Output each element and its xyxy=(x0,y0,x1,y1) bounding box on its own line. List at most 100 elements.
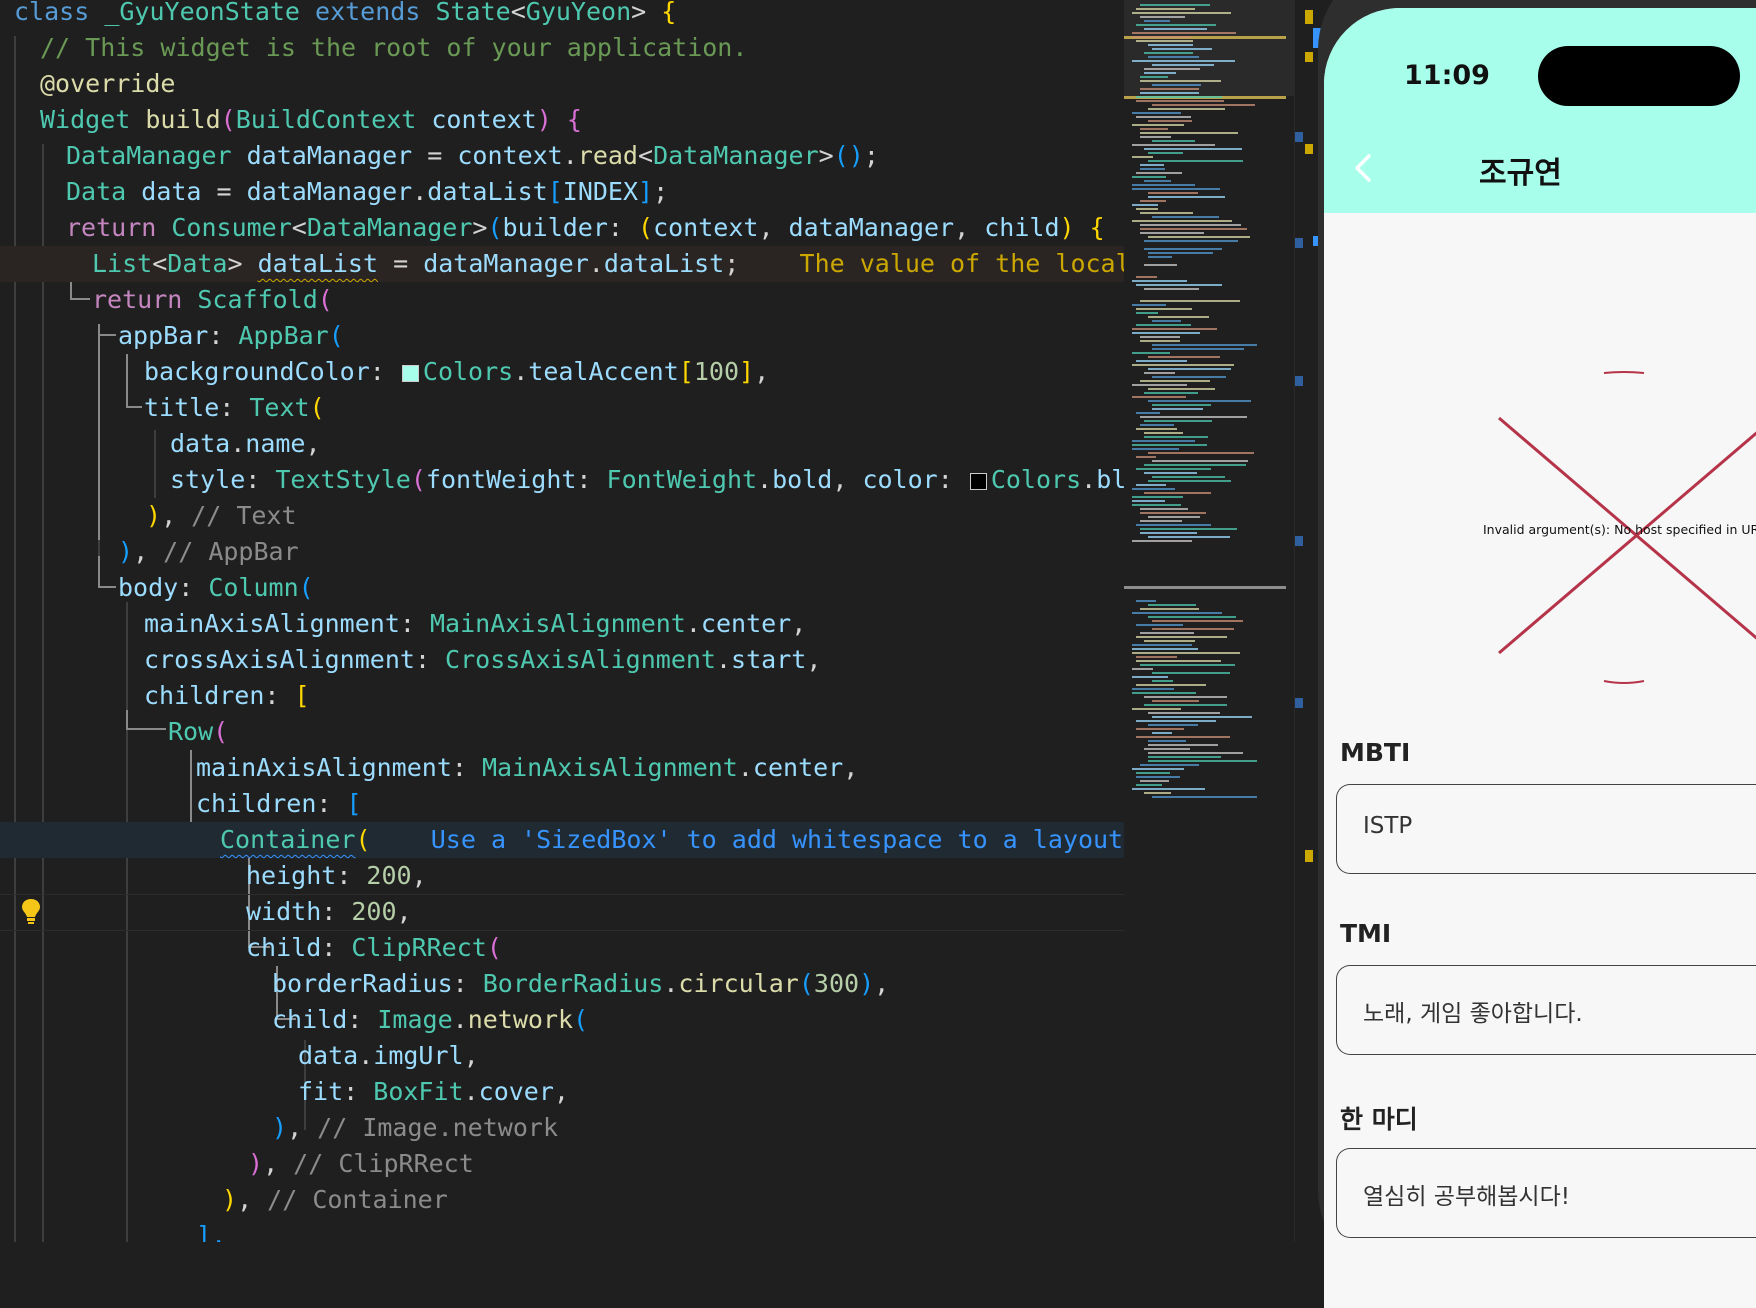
minimap-code-line xyxy=(1136,484,1166,486)
code-token: : xyxy=(369,357,400,386)
code-token: [ xyxy=(294,681,310,710)
code-token: dataManager xyxy=(423,249,589,278)
minimap-code-line xyxy=(1140,508,1188,510)
code-token: ], xyxy=(196,1221,227,1242)
code-token: dataList xyxy=(603,249,725,278)
code-line[interactable]: ], xyxy=(0,1218,1124,1242)
code-token: builder xyxy=(502,213,608,242)
code-token: start xyxy=(731,645,807,674)
minimap-code-line xyxy=(1152,700,1199,702)
code-editor[interactable]: class _GyuYeonState extends State<GyuYeo… xyxy=(0,0,1124,1242)
minimap-code-line xyxy=(1148,740,1186,742)
mbti-field[interactable]: ISTP xyxy=(1336,784,1756,874)
tmi-field[interactable]: 노래, 게임 좋아합니다. xyxy=(1336,965,1756,1055)
image-error-message: Invalid argument(s): No host specified i… xyxy=(1483,522,1756,537)
minimap[interactable] xyxy=(1124,0,1294,1242)
code-line[interactable]: title: Text( xyxy=(0,390,1124,426)
code-line[interactable]: backgroundColor: Colors.tealAccent[100], xyxy=(0,354,1124,390)
code-token: ] xyxy=(739,357,755,386)
minimap-code-line xyxy=(1148,744,1218,746)
code-line[interactable]: DataManager dataManager = context.read<D… xyxy=(0,138,1124,174)
code-line-text: Container( Use a 'SizedBox' to add white… xyxy=(220,822,1124,858)
code-token: , xyxy=(791,609,807,638)
code-line[interactable]: data.imgUrl, xyxy=(0,1038,1124,1074)
minimap-code-line xyxy=(1136,100,1224,102)
code-token: bold xyxy=(772,465,833,494)
minimap-code-line xyxy=(1132,692,1196,694)
code-token: . xyxy=(562,141,578,170)
code-token: children xyxy=(196,789,317,818)
minimap-code-line xyxy=(1140,80,1221,82)
minimap-code-line xyxy=(1136,24,1216,26)
code-token: , xyxy=(832,465,863,494)
code-line[interactable]: borderRadius: BorderRadius.circular(300)… xyxy=(0,966,1124,1002)
code-line[interactable]: height: 200, xyxy=(0,858,1124,895)
minimap-code-line xyxy=(1132,352,1170,354)
minimap-code-line xyxy=(1152,64,1214,66)
code-line[interactable]: style: TextStyle(fontWeight: FontWeight.… xyxy=(0,462,1124,498)
code-line[interactable]: ), // AppBar xyxy=(0,534,1124,570)
code-line[interactable]: @override xyxy=(0,66,1124,102)
minimap-code-line xyxy=(1136,360,1187,362)
code-token: MainAxisAlignment xyxy=(481,753,738,782)
code-token: ( xyxy=(355,825,371,854)
code-line[interactable]: Container( Use a 'SizedBox' to add white… xyxy=(0,822,1124,858)
color-swatch-icon[interactable] xyxy=(401,365,419,382)
code-line[interactable]: return Consumer<DataManager>(builder: (c… xyxy=(0,210,1124,246)
code-line[interactable]: data.name, xyxy=(0,426,1124,462)
code-line[interactable]: crossAxisAlignment: CrossAxisAlignment.s… xyxy=(0,642,1124,678)
minimap-code-line xyxy=(1144,696,1227,698)
code-token: DataManager xyxy=(653,141,819,170)
code-line[interactable]: ), // Container xyxy=(0,1182,1124,1218)
scrollbar-marker xyxy=(1295,698,1303,708)
code-line[interactable]: mainAxisAlignment: MainAxisAlignment.cen… xyxy=(0,606,1124,642)
code-line[interactable]: ), // ClipRRect xyxy=(0,1146,1124,1182)
code-line[interactable]: class _GyuYeonState extends State<GyuYeo… xyxy=(0,0,1124,30)
code-token: height xyxy=(246,861,337,890)
code-token: : xyxy=(321,933,352,962)
code-line[interactable]: Row( xyxy=(0,714,1124,750)
code-line[interactable]: List<Data> dataList = dataManager.dataLi… xyxy=(0,246,1124,282)
color-swatch-icon[interactable] xyxy=(969,473,987,490)
code-line[interactable]: child: ClipRRect( xyxy=(0,930,1124,966)
code-line[interactable]: return Scaffold( xyxy=(0,282,1124,318)
code-line[interactable]: mainAxisAlignment: MainAxisAlignment.cen… xyxy=(0,750,1124,786)
minimap-code-line xyxy=(1144,372,1175,374)
code-token: fit xyxy=(298,1077,344,1106)
code-line[interactable]: width: 200, xyxy=(0,894,1124,931)
minimap-code-line xyxy=(1152,732,1172,734)
minimap-code-line xyxy=(1148,604,1196,606)
code-line[interactable]: children: [ xyxy=(0,678,1124,714)
minimap-code-line xyxy=(1132,328,1217,330)
minimap-code-line xyxy=(1140,380,1210,382)
code-line-text: fit: BoxFit.cover, xyxy=(298,1074,569,1110)
minimap-code-line xyxy=(1140,132,1238,134)
code-token: > xyxy=(631,0,662,26)
code-token: [ xyxy=(547,177,563,206)
one-word-field[interactable]: 열심히 공부해봅시다! xyxy=(1336,1148,1756,1238)
code-token: return xyxy=(66,213,172,242)
minimap-code-line xyxy=(1140,228,1247,230)
code-token: : xyxy=(219,393,250,422)
code-line[interactable]: ), // Image.network xyxy=(0,1110,1124,1146)
minimap-code-line xyxy=(1152,460,1248,462)
minimap-code-line xyxy=(1132,488,1175,490)
minimap-code-line xyxy=(1132,60,1235,62)
code-token: : xyxy=(452,969,483,998)
code-line[interactable]: Widget build(BuildContext context) { xyxy=(0,102,1124,138)
code-line[interactable]: appBar: AppBar( xyxy=(0,318,1124,354)
minimap-code-line xyxy=(1140,164,1164,166)
code-line[interactable]: // This widget is the root of your appli… xyxy=(0,30,1124,66)
code-token: . xyxy=(588,249,604,278)
code-line[interactable]: Data data = dataManager.dataList[INDEX]; xyxy=(0,174,1124,210)
code-token: . xyxy=(412,177,428,206)
code-line[interactable]: body: Column( xyxy=(0,570,1124,606)
code-line[interactable]: child: Image.network( xyxy=(0,1002,1124,1038)
code-line[interactable]: children: [ xyxy=(0,786,1124,822)
minimap-code-line xyxy=(1136,284,1222,286)
code-token: Consumer xyxy=(171,213,292,242)
minimap-code-line xyxy=(1152,672,1230,674)
code-line[interactable]: fit: BoxFit.cover, xyxy=(0,1074,1124,1110)
code-line[interactable]: ), // Text xyxy=(0,498,1124,534)
minimap-code-line xyxy=(1140,780,1169,782)
